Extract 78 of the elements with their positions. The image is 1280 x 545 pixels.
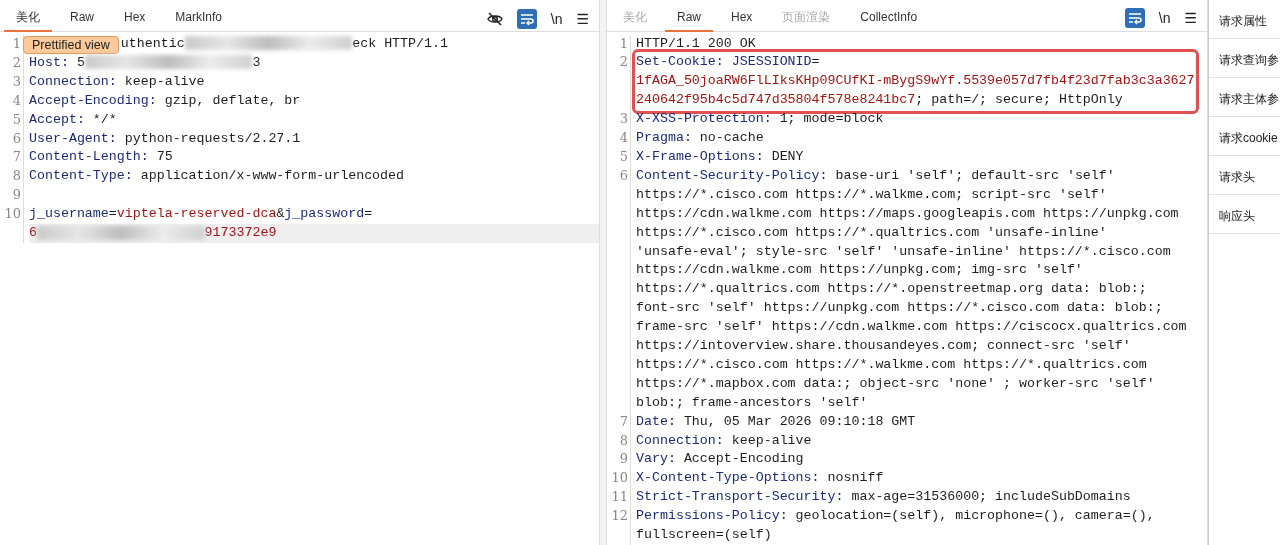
line-number: 10 xyxy=(607,469,631,489)
code-line: fullscreen=(self) xyxy=(636,527,772,543)
code-line: Strict-Transport-Security: max-age=31536000; includeSubDomains xyxy=(636,489,1131,505)
code-line: Accept: */* xyxy=(29,111,117,127)
wrap-icon[interactable] xyxy=(1124,8,1145,29)
code-line: https://cdn.walkme.com https://maps.googleapis.com https://unpkg.com xyxy=(636,205,1179,221)
eye-slash-icon[interactable] xyxy=(486,10,503,27)
code-line: X-Content-Type-Options: nosniff xyxy=(636,470,884,486)
line-number: 2 xyxy=(607,53,631,111)
sidebar-item[interactable]: 请求头 xyxy=(1209,156,1280,195)
newline-button[interactable]: \n xyxy=(1158,9,1171,28)
code-line: uthentic eck HTTP/1.1 xyxy=(120,36,448,51)
code-line: Host: 5 3 xyxy=(29,54,261,70)
code-line: Vary: Accept-Encoding xyxy=(636,451,804,467)
code-line: https://*.mapbox.com data:; object-src 'none' ; worker-src 'self' xyxy=(636,375,1155,391)
code-line: https://*.cisco.com https://*.walkme.com https://*.qualtrics.com xyxy=(636,356,1147,372)
code-line: Content-Type: application/x-www-form-urlencoded xyxy=(29,168,405,184)
code-line: frame-src 'self' https://cdn.walkme.com https://ciscocx.qualtrics.com xyxy=(636,319,1187,335)
sidebar-item[interactable]: 请求cookie xyxy=(1209,117,1280,156)
line-number: 3 xyxy=(0,72,24,92)
line-number: 8 xyxy=(0,167,24,187)
line-number: 7 xyxy=(607,412,631,432)
line-number: 6 xyxy=(0,129,24,149)
line-number: 6 xyxy=(607,166,631,413)
menu-button[interactable]: ☰ xyxy=(576,9,589,28)
line-number: 4 xyxy=(607,129,631,148)
code-line: Connection: keep-alive xyxy=(636,432,812,448)
tab[interactable]: Raw xyxy=(665,4,713,32)
wrap-icon[interactable] xyxy=(516,8,537,29)
code-line: Connection: keep-alive xyxy=(29,73,205,89)
code-line: https://cdn.walkme.com https://unpkg.com; img-src 'self' xyxy=(636,262,1083,278)
line-number: 1 xyxy=(607,34,631,54)
code-line: Pragma: no-cache xyxy=(636,130,764,146)
code-line: blob:; frame-ancestors 'self' xyxy=(636,394,868,410)
code-line: 1fAGA_50joaRW6FlLIksKHp09CUfKI-mBygS9wYf.5539e057d7fb4f23d7fab3c3a3627 xyxy=(636,73,1195,89)
code-line: 'unsafe-eval'; style-src 'self' 'unsafe-inline' https://*.cisco.com xyxy=(636,243,1171,259)
tab[interactable]: CollectInfo xyxy=(848,4,930,32)
menu-button[interactable]: ☰ xyxy=(1184,9,1197,28)
newline-button[interactable]: \n xyxy=(550,9,563,28)
tab[interactable]: Raw xyxy=(58,5,106,32)
line-number: 10 xyxy=(0,205,24,243)
line-number: 8 xyxy=(607,431,631,451)
code-line: Set-Cookie: JSESSIONID= xyxy=(636,54,820,70)
sidebar-item[interactable]: 请求属性 xyxy=(1209,0,1280,39)
tab[interactable]: Hex xyxy=(719,4,765,32)
line-number: 5 xyxy=(607,147,631,167)
code-line: HTTP/1.1 200 OK xyxy=(636,35,756,51)
code-line: font-src 'self' https://unpkg.com https://*.cisco.com data: blob:; xyxy=(636,300,1163,316)
tab[interactable]: Hex xyxy=(112,5,158,32)
line-number: 4 xyxy=(0,91,24,111)
tooltip: Prettified view xyxy=(23,36,119,54)
line-number: 9 xyxy=(0,186,24,206)
code-line: https://*.cisco.com https://*.qualtrics.com 'unsafe-inline' xyxy=(636,224,1107,240)
tab[interactable]: MarkInfo xyxy=(163,5,235,32)
line-number: 9 xyxy=(607,450,631,470)
code-line: Content-Security-Policy: base-uri 'self'; default-src 'self' xyxy=(636,167,1115,183)
code-line: https://*.cisco.com https://*.walkme.com; script-src 'self' xyxy=(636,186,1107,202)
line-number: 11 xyxy=(607,488,631,508)
line-number: 3 xyxy=(607,110,631,130)
code-line: https://intoverview.share.thousandeyes.com; connect-src 'self' xyxy=(636,338,1131,354)
code-line: X-XSS-Protection: 1; mode=block xyxy=(636,111,884,127)
tab[interactable]: 美化 xyxy=(4,5,52,32)
line-number: 7 xyxy=(0,148,24,168)
code-line: Permissions-Policy: geolocation=(self), microphone=(), camera=(), xyxy=(636,508,1155,524)
code-line: Content-Length: 75 xyxy=(29,149,173,165)
code-line: https://*.qualtrics.com https://*.openstreetmap.org data: blob:; xyxy=(636,281,1147,297)
line-number: 5 xyxy=(0,110,24,130)
line-number: 2 xyxy=(0,53,24,73)
sidebar-item[interactable]: 请求主体参 xyxy=(1209,78,1280,117)
code-line: Date: Thu, 05 Mar 2026 09:10:18 GMT xyxy=(636,413,916,429)
sidebar-item[interactable]: 请求查询参 xyxy=(1209,39,1280,78)
code-line: Accept-Encoding: gzip, deflate, br xyxy=(29,92,301,108)
code-line: j_username=viptela-reserved-dca&j_password= xyxy=(29,206,373,222)
line-number: 12 xyxy=(607,507,631,545)
sidebar-item[interactable]: 响应头 xyxy=(1209,195,1280,234)
code-line: 240642f95b4c5d747d35804f578e8241bc7; path=/; secure; HttpOnly xyxy=(636,92,1123,108)
code-line: X-Frame-Options: DENY xyxy=(636,148,804,164)
code-line: User-Agent: python-requests/2.27.1 xyxy=(29,130,301,146)
